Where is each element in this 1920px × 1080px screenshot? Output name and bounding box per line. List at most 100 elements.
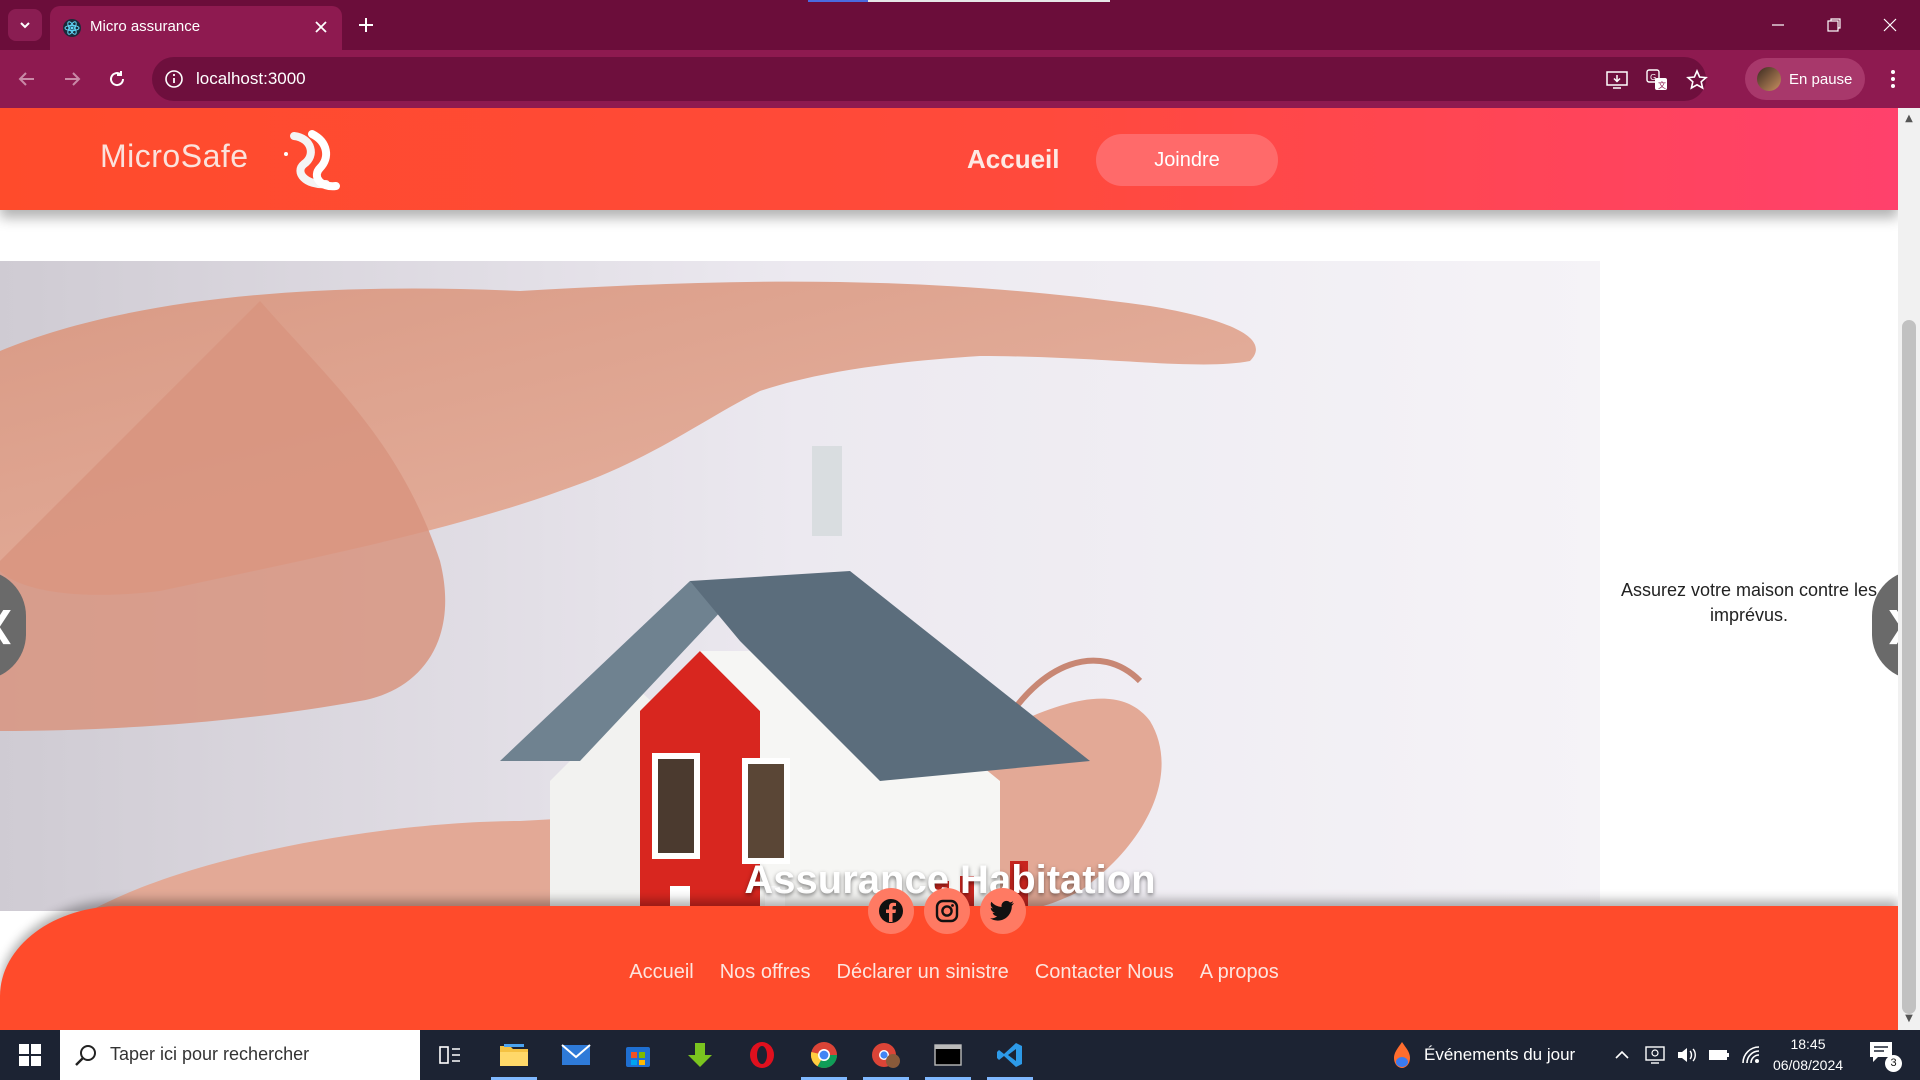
minimize-icon	[1772, 24, 1784, 26]
close-window-button[interactable]	[1862, 0, 1918, 50]
page-viewport: Assurez votre maison contre les imprévus…	[0, 108, 1920, 1030]
battery-icon[interactable]	[1708, 1044, 1730, 1066]
browser-toolbar: localhost:3000 G文 En pause	[0, 50, 1920, 108]
events-label: Événements du jour	[1424, 1045, 1576, 1064]
search-placeholder: Taper ici pour rechercher	[110, 1044, 310, 1064]
minimize-button[interactable]	[1750, 0, 1806, 50]
chrome-icon	[810, 1042, 838, 1069]
taskbar-clock[interactable]: 18:45 06/08/2024	[1758, 1034, 1858, 1076]
chrome-app[interactable]	[795, 1030, 853, 1080]
avatar	[1757, 67, 1781, 91]
install-icon	[1606, 71, 1628, 89]
weather-icon	[1394, 1042, 1410, 1068]
clock-time: 18:45	[1790, 1036, 1826, 1052]
social-links	[868, 888, 1026, 934]
browser-tab-strip: Micro assurance	[0, 0, 1920, 50]
chevron-left-icon: ❮	[0, 605, 16, 645]
arrow-right-icon	[65, 72, 81, 86]
system-tray	[1614, 1030, 1762, 1080]
windows-taskbar: Taper ici pour rechercher Événements du …	[0, 1030, 1920, 1080]
knot-logo-icon[interactable]	[282, 128, 348, 194]
network-status-icon[interactable]	[1644, 1044, 1666, 1066]
site-info-icon[interactable]	[162, 67, 186, 91]
profile-label: En pause	[1789, 70, 1853, 88]
footer-link-about[interactable]: A propos	[1200, 961, 1279, 984]
react-icon	[63, 19, 81, 37]
browser-tab-active[interactable]: Micro assurance	[50, 6, 342, 50]
search-icon	[75, 1045, 96, 1066]
notification-count-badge: 3	[1885, 1055, 1902, 1072]
page-scrollbar[interactable]: ▲ ▼	[1898, 108, 1920, 1030]
reload-button[interactable]	[100, 62, 134, 96]
vscode-app[interactable]	[981, 1030, 1039, 1080]
new-tab-button[interactable]	[353, 12, 379, 38]
close-icon	[1883, 18, 1897, 32]
address-bar[interactable]: localhost:3000 G文	[152, 57, 1708, 101]
facebook-link[interactable]	[868, 888, 914, 934]
store-icon	[626, 1047, 650, 1067]
download-manager-app[interactable]	[671, 1030, 729, 1080]
svg-text:文: 文	[1658, 80, 1666, 90]
tab-close-button[interactable]	[310, 16, 332, 38]
folder-icon	[500, 1044, 528, 1066]
chevron-down-icon	[20, 22, 30, 29]
opera-app[interactable]	[733, 1030, 791, 1080]
translate-icon: G文	[1646, 69, 1667, 90]
twitter-link[interactable]	[980, 888, 1026, 934]
join-button[interactable]: Joindre	[1096, 134, 1278, 186]
tab-title: Micro assurance	[90, 18, 201, 35]
download-arrow-icon	[688, 1043, 712, 1067]
forward-button[interactable]	[55, 62, 89, 96]
volume-icon[interactable]	[1676, 1044, 1698, 1066]
mail-icon	[561, 1044, 591, 1065]
notification-center-button[interactable]: 3	[1868, 1040, 1902, 1072]
site-header: MicroSafe Accueil Joindre	[0, 108, 1898, 210]
more-vertical-icon	[1891, 70, 1895, 88]
store-app[interactable]	[609, 1030, 667, 1080]
bookmark-button[interactable]	[1684, 67, 1710, 93]
task-view-button[interactable]	[421, 1030, 479, 1080]
chevron-up-icon[interactable]	[1614, 1047, 1630, 1063]
footer-nav: Accueil Nos offres Déclarer un sinistre …	[0, 961, 1898, 984]
clock-date: 06/08/2024	[1772, 1057, 1844, 1073]
mail-app[interactable]	[547, 1030, 605, 1080]
footer-link-offers[interactable]: Nos offres	[720, 961, 811, 984]
translate-button[interactable]: G文	[1644, 67, 1670, 93]
windows-logo-icon	[19, 1044, 41, 1066]
scrollbar-thumb[interactable]	[1902, 320, 1916, 1014]
scroll-up-arrow[interactable]: ▲	[1902, 112, 1916, 126]
browser-menu-button[interactable]	[1880, 64, 1906, 94]
profile-button[interactable]: En pause	[1745, 58, 1865, 100]
url-text[interactable]: localhost:3000	[196, 69, 306, 89]
reload-icon	[110, 71, 125, 87]
plus-icon	[359, 18, 373, 32]
taskbar-search-box[interactable]: Taper ici pour rechercher	[60, 1030, 420, 1080]
opera-icon	[750, 1042, 774, 1068]
footer-link-contact[interactable]: Contacter Nous	[1035, 961, 1174, 984]
footer-link-claim[interactable]: Déclarer un sinistre	[837, 961, 1009, 984]
arrow-left-icon	[18, 72, 34, 86]
instagram-link[interactable]	[924, 888, 970, 934]
twitter-icon	[990, 900, 1014, 921]
chrome-profile-app[interactable]	[857, 1030, 915, 1080]
house-in-hands-image	[0, 261, 1600, 911]
file-explorer-app[interactable]	[485, 1030, 543, 1080]
restore-button[interactable]	[1806, 0, 1862, 50]
start-button[interactable]	[0, 1030, 60, 1080]
carousel-slide-image	[0, 261, 1600, 911]
weather-events-widget[interactable]: Événements du jour	[1390, 1030, 1575, 1080]
chrome-profile-icon	[872, 1043, 900, 1068]
tab-strip-indicator	[808, 0, 1110, 2]
scroll-down-arrow[interactable]: ▼	[1902, 1012, 1916, 1026]
vscode-icon	[997, 1043, 1022, 1067]
terminal-app[interactable]	[919, 1030, 977, 1080]
facebook-icon	[879, 899, 903, 923]
nav-link-home[interactable]: Accueil	[967, 144, 1060, 175]
restore-icon	[1827, 18, 1841, 32]
footer-link-home[interactable]: Accueil	[629, 961, 693, 984]
tab-search-button[interactable]	[8, 9, 42, 41]
task-view-icon	[439, 1046, 460, 1064]
install-app-button[interactable]	[1604, 67, 1630, 93]
back-button[interactable]	[10, 62, 44, 96]
brand-name[interactable]: MicroSafe	[100, 138, 249, 175]
